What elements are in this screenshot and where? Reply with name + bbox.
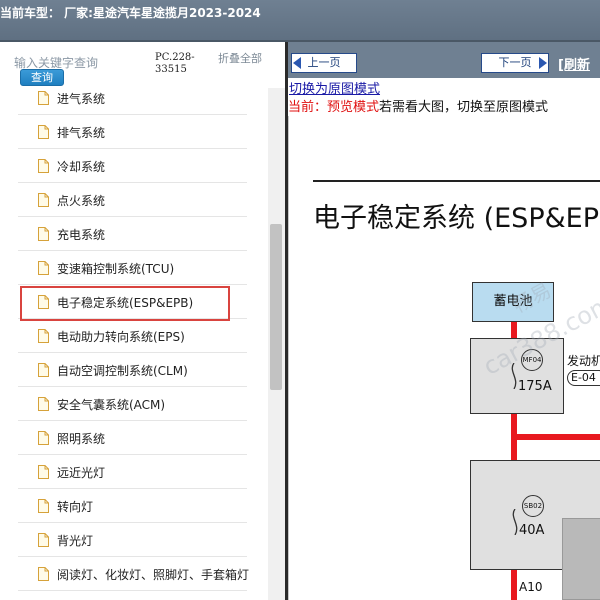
arrow-right-icon — [539, 57, 547, 69]
tree-item[interactable]: 排气系统 — [18, 115, 247, 149]
pin-label-a10: A10 — [519, 580, 543, 594]
next-page-label: 下一页 — [498, 56, 532, 69]
tree-item-label: 进气系统 — [57, 92, 106, 106]
tree-item[interactable]: 变速箱控制系统(TCU) — [18, 251, 247, 285]
tree-item-label: 阅读灯、化妆灯、照脚灯、手套箱灯 — [57, 568, 250, 582]
mode-status: 当前：预览模式若需看大图，切换至原图模式 — [288, 96, 548, 115]
document-icon — [38, 227, 49, 241]
tree-item[interactable]: 转向灯 — [18, 489, 247, 523]
tree-item-label: 转向灯 — [57, 500, 94, 514]
tree-item[interactable]: 阅读灯、化妆灯、照脚灯、手套箱灯 — [18, 557, 250, 591]
fuse-box-main: MF04 175A — [470, 338, 564, 414]
document-icon — [38, 295, 49, 309]
fuse-rating-secondary: 40A — [519, 523, 545, 538]
document-icon — [38, 465, 49, 479]
refresh-link[interactable]: [刷新 — [558, 54, 590, 73]
tree-item[interactable]: 背光灯 — [18, 523, 247, 557]
next-page-button[interactable]: 下一页 — [481, 53, 549, 73]
document-icon — [38, 567, 49, 581]
tree-item-label: 充电系统 — [57, 228, 106, 242]
document-icon — [38, 261, 49, 275]
battery-box: 蓄电池 — [472, 282, 554, 322]
tree-item[interactable]: 安全气囊系统(ACM) — [18, 387, 247, 421]
sidebar: 查询 PC.228-33515 折叠全部 进气系统排气系统冷却系统点火系统充电系… — [0, 42, 285, 600]
scrollbar-thumb[interactable] — [270, 224, 282, 390]
wire-lower — [511, 570, 517, 600]
fuse-icon: MF04 — [521, 349, 543, 371]
tree-item-label: 点火系统 — [57, 194, 106, 208]
tree-item-label: 冷却系统 — [57, 160, 106, 174]
tree-item[interactable]: 点火系统 — [18, 183, 247, 217]
tree-item[interactable]: 自动空调控制系统(CLM) — [18, 353, 247, 387]
thumbnail-overlay[interactable] — [562, 518, 600, 600]
tree-item-label: 照明系统 — [57, 432, 106, 446]
system-tree: 进气系统排气系统冷却系统点火系统充电系统变速箱控制系统(TCU) 电子稳定系统(E… — [0, 88, 268, 600]
fuse-rating-main: 175A — [518, 379, 552, 394]
system-tree-list: 进气系统排气系统冷却系统点火系统充电系统变速箱控制系统(TCU) 电子稳定系统(E… — [0, 88, 268, 591]
tree-item[interactable]: 进气系统 — [18, 88, 247, 115]
search-area: 查询 PC.228-33515 折叠全部 — [0, 42, 285, 94]
document-icon — [38, 329, 49, 343]
wire-battery-to-fuse — [511, 322, 517, 338]
tree-item-label: 电动助力转向系统(EPS) — [57, 330, 185, 344]
tree-item[interactable]: 电动助力转向系统(EPS) — [18, 319, 247, 353]
tree-item[interactable]: 充电系统 — [18, 217, 247, 251]
diagram-frame[interactable]: 电子稳定系统 (ESP&EPB) 蓄电池 MF04 175A 发动机 E-04 … — [288, 116, 600, 600]
title-bar: 当前车型： 厂家:星途汽车星途揽月2023-2024 — [0, 0, 600, 42]
tree-item-label: 安全气囊系统(ACM) — [57, 398, 166, 412]
document-icon — [38, 363, 49, 377]
switch-original-mode-link[interactable]: 切换为原图模式 — [289, 78, 380, 97]
document-icon — [38, 431, 49, 445]
mode-status-hint: 若需看大图，切换至原图模式 — [379, 100, 549, 115]
arrow-left-icon — [293, 57, 301, 69]
viewer-toolbar: 上一页 下一页 [刷新 — [288, 42, 600, 78]
document-icon — [38, 499, 49, 513]
tree-item[interactable]: 冷却系统 — [18, 149, 247, 183]
tree-item-label: 远近光灯 — [57, 466, 106, 480]
document-icon — [38, 159, 49, 173]
wire-horizontal — [511, 434, 600, 440]
diagram-title: 电子稳定系统 (ESP&EPB) — [313, 203, 600, 234]
document-icon — [38, 91, 49, 105]
engine-label: 发动机 — [567, 354, 600, 368]
fuse-icon-secondary: SB02 — [522, 495, 544, 517]
document-viewer: 上一页 下一页 [刷新 切换为原图模式 当前：预览模式若需看大图，切换至原图模式… — [288, 42, 600, 600]
document-icon — [38, 125, 49, 139]
diagram-rule-line — [313, 180, 600, 182]
collapse-all-link[interactable]: 折叠全部 — [218, 52, 262, 65]
tree-item-label: 自动空调控制系统(CLM) — [57, 364, 188, 378]
window-title: 当前车型： 厂家:星途汽车星途揽月2023-2024 — [0, 6, 261, 20]
pc-code-label: PC.228-33515 — [155, 52, 195, 75]
document-icon — [38, 397, 49, 411]
mode-status-current: 当前：预览模式 — [288, 100, 380, 115]
sidebar-scrollbar[interactable] — [268, 88, 285, 600]
wiring-diagram: 电子稳定系统 (ESP&EPB) 蓄电池 MF04 175A 发动机 E-04 … — [289, 116, 600, 600]
tree-item[interactable]: 电子稳定系统(ESP&EPB) — [18, 285, 247, 321]
document-icon — [38, 533, 49, 547]
prev-page-button[interactable]: 上一页 — [291, 53, 357, 73]
tree-item-label: 电子稳定系统(ESP&EPB) — [57, 296, 194, 310]
prev-page-label: 上一页 — [307, 56, 341, 69]
tree-item-label: 变速箱控制系统(TCU) — [57, 262, 175, 276]
tree-item-label: 背光灯 — [57, 534, 94, 548]
tree-item-label: 排气系统 — [57, 126, 106, 140]
engine-connector-code: E-04 — [567, 370, 600, 386]
search-button[interactable]: 查询 — [20, 69, 64, 86]
tree-item[interactable]: 照明系统 — [18, 421, 247, 455]
tree-item[interactable]: 远近光灯 — [18, 455, 247, 489]
document-icon — [38, 193, 49, 207]
